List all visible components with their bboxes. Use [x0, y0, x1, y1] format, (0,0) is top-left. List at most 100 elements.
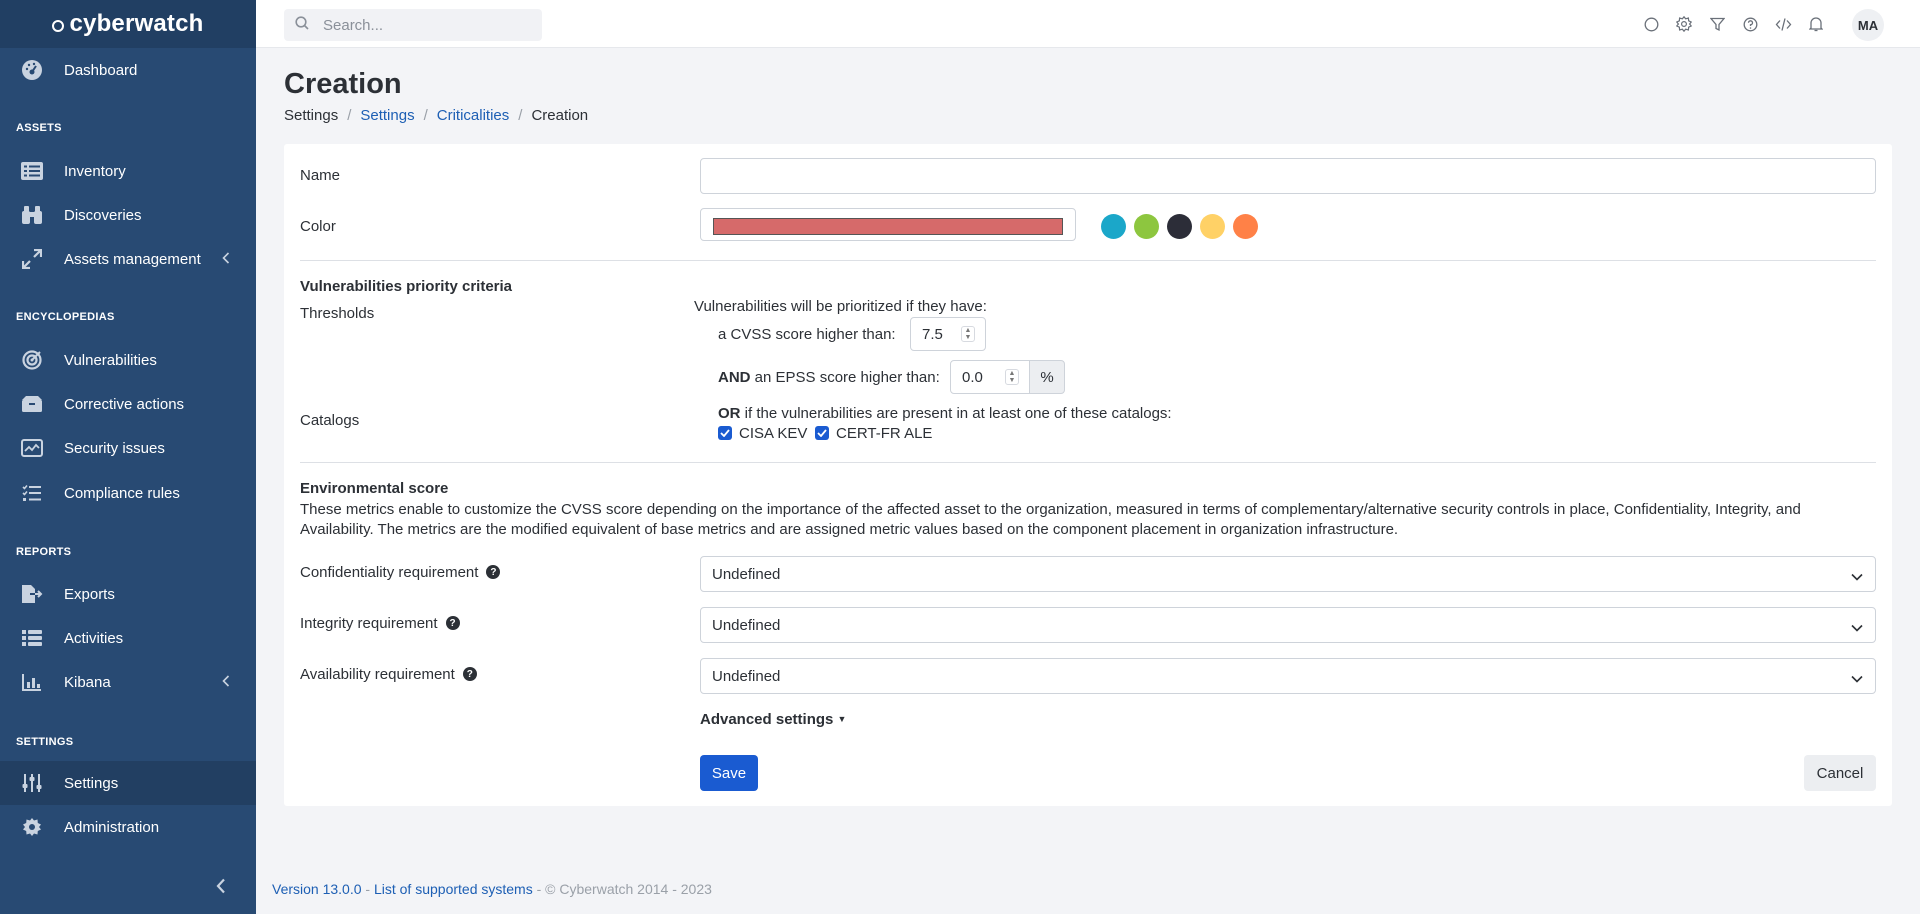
color-input[interactable]: [700, 208, 1076, 241]
advanced-settings-label: Advanced settings: [700, 711, 834, 728]
cert-fr-ale-checkbox[interactable]: [815, 426, 829, 440]
sidebar-item-vulnerabilities[interactable]: Vulnerabilities: [0, 338, 256, 382]
help-icon[interactable]: ?: [462, 667, 477, 682]
avatar[interactable]: MA: [1852, 9, 1884, 41]
name-label: Name: [300, 167, 341, 184]
color-swatch-green[interactable]: [1134, 214, 1159, 239]
sidebar-item-inventory[interactable]: Inventory: [0, 149, 256, 193]
sidebar-item-compliance-rules[interactable]: Compliance rules: [0, 471, 256, 515]
help-icon[interactable]: ?: [486, 565, 501, 580]
catalogs-intro-row: OR if the vulnerabilities are present in…: [718, 405, 1172, 422]
chevron-left-icon: [222, 251, 230, 268]
chevron-down-icon: [1851, 568, 1863, 585]
integrity-label: Integrity requirement: [300, 615, 438, 632]
circle-icon[interactable]: [1641, 14, 1661, 34]
search-box[interactable]: [284, 9, 542, 41]
sidebar-item-label: Inventory: [64, 162, 126, 180]
gear-icon[interactable]: [1674, 14, 1694, 34]
filter-icon[interactable]: [1707, 14, 1727, 34]
priority-criteria-heading: Vulnerabilities priority criteria: [300, 278, 513, 295]
supported-systems-link[interactable]: List of supported systems: [374, 881, 533, 897]
sidebar-item-assets-management[interactable]: Assets management: [0, 237, 256, 281]
sidebar-item-label: Settings: [64, 774, 119, 792]
confidentiality-value: Undefined: [712, 566, 781, 583]
cisa-kev-checkbox[interactable]: [718, 426, 732, 440]
availability-label-row: Availability requirement?: [300, 666, 477, 683]
footer: Version 13.0.0 - List of supported syste…: [272, 881, 712, 897]
cisa-kev-label: CISA KEV: [739, 425, 808, 442]
color-swatch-cyan[interactable]: [1101, 214, 1126, 239]
chevron-down-icon: [1851, 619, 1863, 636]
breadcrumb-root: Settings: [284, 107, 339, 124]
sidebar-item-activities[interactable]: Activities: [0, 616, 256, 660]
cvss-score-value: 7.5: [922, 325, 943, 343]
and-keyword: AND: [718, 369, 751, 386]
breadcrumb: Settings / Settings / Criticalities / Cr…: [284, 107, 588, 124]
code-icon[interactable]: [1773, 14, 1793, 34]
checklist-icon: [20, 482, 44, 504]
brand-name: cyberwatch: [69, 10, 204, 37]
breadcrumb-settings-link[interactable]: Settings: [360, 107, 414, 124]
thresholds-label: Thresholds: [300, 305, 375, 322]
copyright: - © Cyberwatch 2014 - 2023: [532, 881, 712, 897]
divider: [300, 462, 1876, 463]
sidebar-item-label: Discoveries: [64, 206, 142, 224]
cancel-button[interactable]: Cancel: [1804, 755, 1876, 791]
tasks-icon: [20, 627, 44, 649]
logo-ring-icon: [52, 20, 65, 32]
integrity-value: Undefined: [712, 617, 781, 634]
sidebar-item-label: Exports: [64, 585, 115, 603]
search-icon: [295, 16, 309, 34]
confidentiality-select[interactable]: Undefined: [700, 556, 1876, 592]
bar-chart-icon: [20, 671, 44, 693]
sidebar-item-dashboard[interactable]: Dashboard: [0, 48, 256, 92]
brand-logo[interactable]: cyberwatch: [0, 0, 256, 48]
stepper-icon[interactable]: ▲ ▼: [1005, 369, 1019, 385]
sidebar-item-label: Kibana: [64, 673, 111, 691]
sidebar-item-security-issues[interactable]: Security issues: [0, 426, 256, 470]
sidebar-item-discoveries[interactable]: Discoveries: [0, 193, 256, 237]
sidebar-item-exports[interactable]: Exports: [0, 572, 256, 616]
sidebar-item-label: Vulnerabilities: [64, 351, 157, 369]
criticality-form: Name Color Vulnerabilities priority crit…: [284, 144, 1892, 806]
color-swatch-dark[interactable]: [1167, 214, 1192, 239]
epss-score-input[interactable]: 0.0 ▲ ▼: [950, 360, 1030, 394]
sidebar-item-corrective-actions[interactable]: Corrective actions: [0, 382, 256, 426]
sidebar-item-kibana[interactable]: Kibana: [0, 660, 256, 704]
save-button[interactable]: Save: [700, 755, 758, 791]
or-keyword: OR: [718, 405, 741, 422]
bell-icon[interactable]: [1806, 14, 1826, 34]
sidebar-collapse-button[interactable]: [216, 878, 226, 898]
stepper-icon[interactable]: ▲ ▼: [961, 326, 975, 342]
sidebar-section-settings: SETTINGS: [16, 736, 74, 748]
sidebar-section-assets: ASSETS: [16, 122, 62, 134]
binoculars-icon: [20, 204, 44, 226]
expand-arrows-icon: [20, 248, 44, 270]
availability-select[interactable]: Undefined: [700, 658, 1876, 694]
cert-fr-ale-label: CERT-FR ALE: [836, 425, 933, 442]
name-input[interactable]: [700, 158, 1876, 194]
search-input[interactable]: [323, 16, 523, 34]
color-swatch-yellow[interactable]: [1200, 214, 1225, 239]
color-swatch-orange[interactable]: [1233, 214, 1258, 239]
sidebar-item-label: Compliance rules: [64, 484, 180, 502]
sidebar-item-label: Corrective actions: [64, 395, 185, 413]
sidebar-item-settings[interactable]: Settings: [0, 761, 256, 805]
integrity-select[interactable]: Undefined: [700, 607, 1876, 643]
advanced-settings-toggle[interactable]: Advanced settings ▼: [700, 711, 846, 728]
help-icon[interactable]: [1740, 14, 1760, 34]
sidebar-item-administration[interactable]: Administration: [0, 805, 256, 849]
epss-label-row: AND an EPSS score higher than:: [718, 369, 940, 386]
help-icon[interactable]: ?: [445, 616, 460, 631]
cvss-score-input[interactable]: 7.5 ▲ ▼: [910, 317, 986, 351]
catalogs-intro: if the vulnerabilities are present in at…: [744, 405, 1172, 422]
sidebar-section-reports: REPORTS: [16, 546, 72, 558]
divider: [300, 260, 1876, 261]
sidebar-item-label: Activities: [64, 629, 124, 647]
availability-value: Undefined: [712, 668, 781, 685]
breadcrumb-criticalities-link[interactable]: Criticalities: [437, 107, 510, 124]
sidebar-item-label: Assets management: [64, 250, 201, 268]
box-icon: [20, 393, 44, 415]
environmental-score-description: These metrics enable to customize the CV…: [300, 501, 1801, 538]
version-link[interactable]: Version 13.0.0: [272, 881, 362, 897]
